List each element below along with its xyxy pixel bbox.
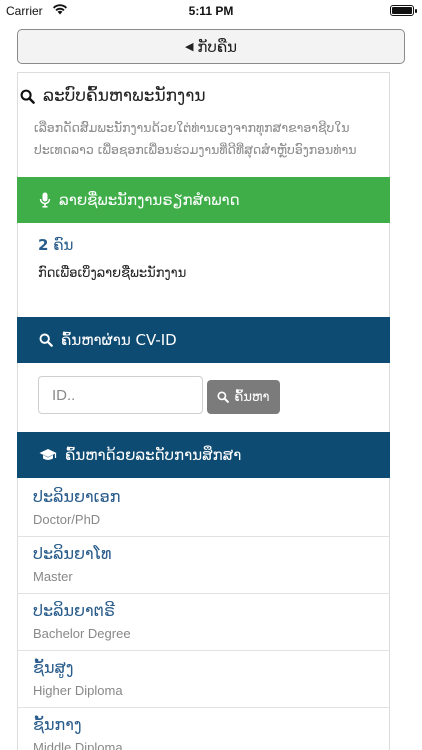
- search-system-title: ລະບົບຄົ້ນຫາພະນັກງານ: [20, 86, 206, 106]
- education-item-doctor[interactable]: ປະລິນຍາເອກ Doctor/PhD: [17, 480, 390, 537]
- education-item-bachelor[interactable]: ປະລິນຍາຕຣີ Bachelor Degree: [17, 594, 390, 651]
- education-search-header: ຄົ້ນຫາດ້ວຍລະດັບການສຶກສາ: [17, 432, 390, 478]
- education-item-lao: ຊັ້ນສູງ: [33, 658, 74, 677]
- back-button-label: ກັບຄືນ: [197, 37, 238, 56]
- search-icon: [20, 89, 35, 104]
- education-item-en: Middle Diploma: [33, 740, 123, 750]
- cv-id-input[interactable]: [38, 376, 203, 414]
- search-icon: [39, 333, 53, 347]
- clock: 5:11 PM: [188, 4, 234, 18]
- education-item-en: Higher Diploma: [33, 683, 123, 698]
- interview-count-unit: ຄົນ: [53, 236, 74, 254]
- education-item-higher-diploma[interactable]: ຊັ້ນສູງ Higher Diploma: [17, 651, 390, 708]
- education-item-en: Doctor/PhD: [33, 512, 101, 527]
- caret-left-icon: ◀: [184, 40, 194, 53]
- education-item-master[interactable]: ປະລິນຍາໂທ Master: [17, 537, 390, 594]
- education-level-list: ປະລິນຍາເອກ Doctor/PhD ປະລິນຍາໂທ Master ປ…: [17, 480, 390, 750]
- cv-id-search-header-text: ຄົ້ນຫາຜ່ານ CV-ID: [61, 331, 177, 349]
- microphone-icon: [39, 192, 51, 208]
- education-item-lao: ປະລິນຍາໂທ: [33, 544, 112, 563]
- interview-list-header-text: ລາຍຊື່ພະນັກງານຣຽກສຳພາດ: [59, 191, 240, 209]
- interview-list-header: ລາຍຊື່ພະນັກງານຣຽກສຳພາດ: [17, 177, 390, 223]
- search-icon: [217, 391, 230, 403]
- battery-icon: [390, 5, 417, 16]
- education-item-lao: ປະລິນຍາເອກ: [33, 487, 121, 506]
- education-item-lao: ປະລິນຍາຕຣີ: [33, 601, 115, 620]
- back-button[interactable]: ◀ ກັບຄືນ: [17, 29, 405, 64]
- cv-id-search-button[interactable]: ຄົ້ນຫາ: [207, 380, 280, 414]
- search-description: ເລືອກດັດສົມພະນັກງານດ້ວຍໃຕ່ທ່ານເອງຈາກທຸກສ…: [34, 120, 357, 157]
- search-system-title-text: ລະບົບຄົ້ນຫາພະນັກງານ: [43, 86, 206, 106]
- interview-count-number: 2: [38, 236, 49, 254]
- education-item-en: Master: [33, 569, 73, 584]
- view-interview-list-link[interactable]: ກົດເພື່ອເບິ່ງລາຍຊື່ພະນັກງານ: [38, 266, 186, 281]
- interview-count[interactable]: 2 ຄົນ: [38, 236, 73, 254]
- status-bar: Carrier 5:11 PM: [0, 0, 422, 22]
- graduation-cap-icon: [39, 449, 57, 460]
- cv-id-search-button-label: ຄົ້ນຫາ: [234, 389, 270, 405]
- cv-id-search-header: ຄົ້ນຫາຜ່ານ CV-ID: [17, 317, 390, 363]
- education-item-lao: ຊັ້ນກາງ: [33, 715, 82, 734]
- education-item-middle-diploma[interactable]: ຊັ້ນກາງ Middle Diploma: [17, 708, 390, 750]
- education-item-en: Bachelor Degree: [33, 626, 131, 641]
- education-search-header-text: ຄົ້ນຫາດ້ວຍລະດັບການສຶກສາ: [65, 446, 242, 464]
